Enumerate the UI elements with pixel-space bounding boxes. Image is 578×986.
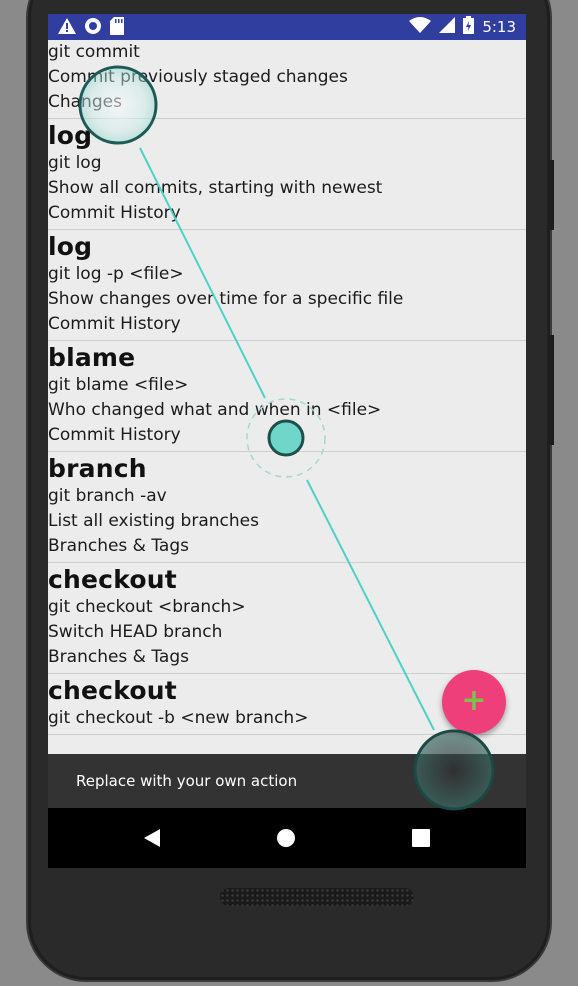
command-text: git branch -av — [48, 486, 167, 506]
recents-icon[interactable] — [405, 822, 437, 854]
category-text: Commit History — [48, 314, 181, 334]
description-text: Switch HEAD branch — [48, 622, 223, 642]
list-item[interactable]: checkout git checkout <branch> Switch HE… — [48, 563, 526, 674]
category-text: Branches & Tags — [48, 536, 189, 556]
description-text: Show changes over time for a specific fi… — [48, 289, 404, 309]
command-text: git log — [48, 153, 102, 173]
signal-icon — [439, 17, 456, 37]
sd-card-icon — [110, 17, 124, 39]
category-text: Commit History — [48, 203, 181, 223]
item-title: checkout — [48, 565, 177, 594]
battery-icon — [463, 16, 475, 38]
navigation-bar — [48, 808, 526, 868]
add-fab-button[interactable]: + — [442, 670, 506, 734]
list-item[interactable]: blame git blame <file> Who changed what … — [48, 341, 526, 452]
snackbar-message: Replace with your own action — [76, 772, 298, 790]
category-text: Branches & Tags — [48, 647, 189, 667]
back-icon[interactable] — [136, 822, 168, 854]
command-text: git blame <file> — [48, 375, 189, 395]
description-text: Who changed what and when in <file> — [48, 400, 382, 420]
screen: 5:13 git commit Commit previously staged… — [48, 14, 526, 868]
clock: 5:13 — [482, 18, 516, 36]
list-item[interactable]: log git log Show all commits, starting w… — [48, 119, 526, 230]
list-item[interactable]: git commit Commit previously staged chan… — [48, 40, 526, 119]
list-item[interactable]: log git log -p <file> Show changes over … — [48, 230, 526, 341]
circle-icon — [84, 17, 102, 39]
description-text: Commit previously staged changes — [48, 67, 348, 87]
home-icon[interactable] — [270, 822, 302, 854]
status-bar: 5:13 — [48, 14, 526, 40]
item-title: blame — [48, 343, 136, 372]
volume-button — [550, 335, 554, 445]
category-text: Changes — [48, 92, 122, 112]
wifi-icon — [409, 17, 432, 37]
snackbar: Replace with your own action — [48, 754, 526, 808]
command-text: git commit — [48, 42, 140, 62]
command-list[interactable]: git commit Commit previously staged chan… — [48, 40, 526, 754]
speaker-grille — [220, 888, 414, 906]
power-button — [550, 160, 554, 230]
item-title: log — [48, 232, 93, 261]
item-title: log — [48, 121, 93, 150]
command-text: git checkout <branch> — [48, 597, 246, 617]
list-item[interactable]: branch git branch -av List all existing … — [48, 452, 526, 563]
item-title: branch — [48, 454, 147, 483]
command-text: git log -p <file> — [48, 264, 184, 284]
category-text: Commit History — [48, 425, 181, 445]
warning-icon — [58, 18, 76, 38]
description-text: List all existing branches — [48, 511, 259, 531]
description-text: Show all commits, starting with newest — [48, 178, 383, 198]
